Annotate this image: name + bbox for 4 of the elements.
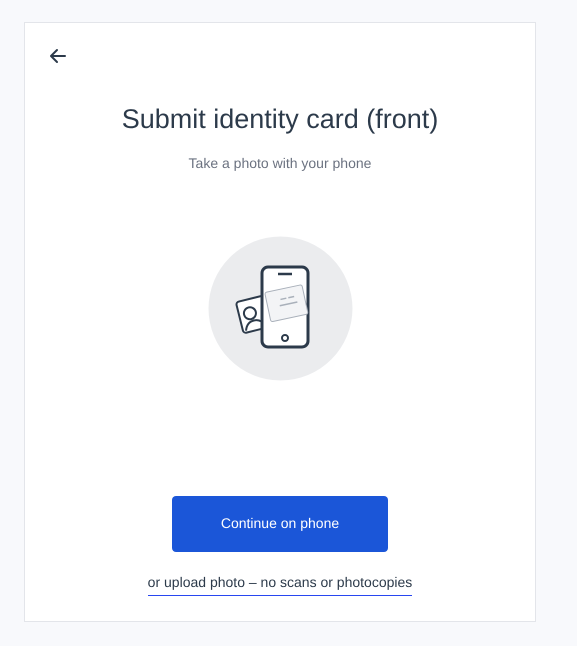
upload-photo-link[interactable]: or upload photo – no scans or photocopies xyxy=(148,572,412,596)
continue-on-phone-button[interactable]: Continue on phone xyxy=(172,496,388,552)
page-title: Submit identity card (front) xyxy=(122,103,438,136)
subtitle: Take a photo with your phone xyxy=(188,154,372,173)
